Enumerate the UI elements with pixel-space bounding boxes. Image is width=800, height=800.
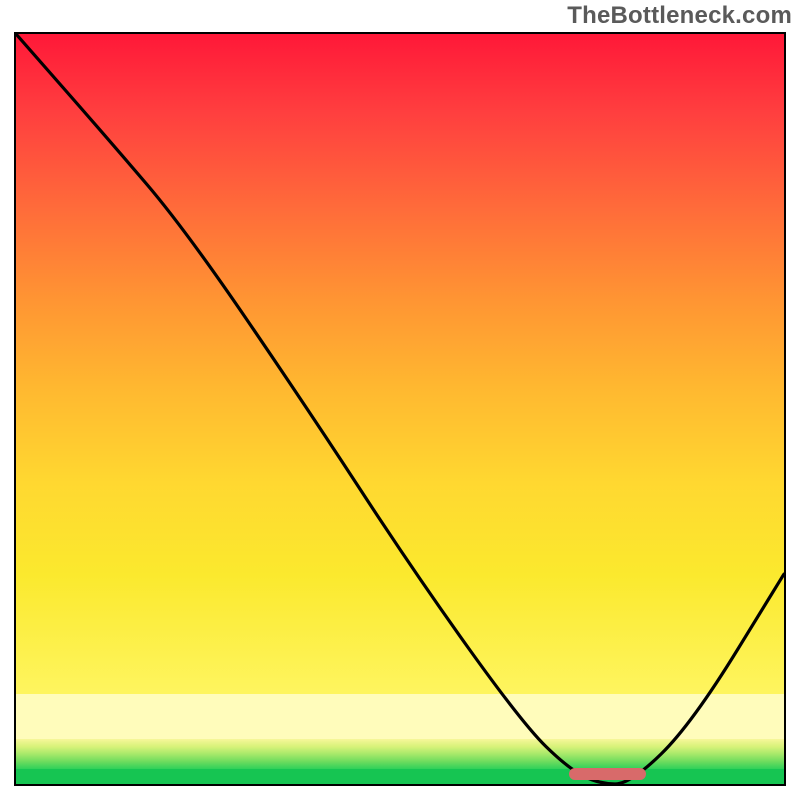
watermark-text: TheBottleneck.com (567, 2, 792, 30)
plot-area (14, 32, 786, 786)
optimal-marker (569, 768, 646, 780)
chart-frame: TheBottleneck.com (0, 0, 800, 800)
bottleneck-curve (16, 34, 784, 784)
